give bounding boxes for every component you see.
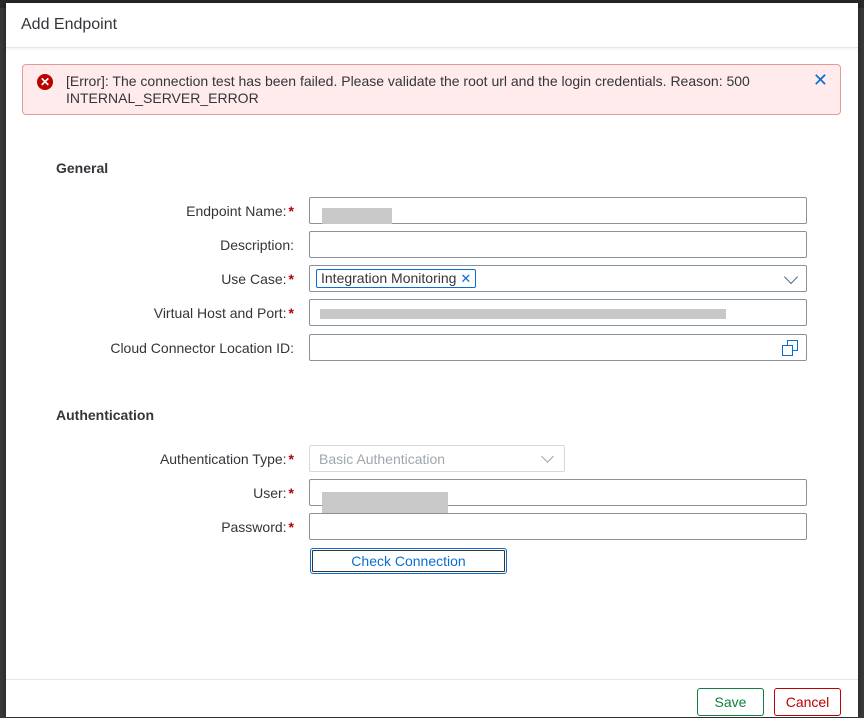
description-label: Description:	[220, 237, 294, 253]
value-help-icon[interactable]	[782, 340, 798, 356]
authentication-type-label: Authentication Type: *	[159, 451, 294, 467]
description-input[interactable]	[309, 231, 807, 258]
use-case-multicombobox[interactable]: Integration Monitoring ✕	[309, 265, 807, 292]
virtual-host-input[interactable]	[309, 299, 807, 326]
user-label: User: *	[253, 485, 294, 501]
error-message-strip: ✕ [Error]: The connection test has been …	[22, 64, 841, 115]
close-icon[interactable]: ✕	[813, 71, 828, 89]
use-case-label: Use Case: *	[221, 271, 294, 287]
token-remove-icon[interactable]: ✕	[460, 271, 471, 286]
user-input[interactable]	[309, 479, 807, 528]
password-input[interactable]	[309, 513, 807, 540]
cloud-connector-input[interactable]	[309, 334, 807, 361]
virtual-host-label: Virtual Host and Port: *	[153, 305, 294, 321]
cancel-button[interactable]: Cancel	[774, 688, 841, 716]
use-case-token[interactable]: Integration Monitoring ✕	[316, 269, 477, 288]
chevron-down-icon[interactable]	[783, 269, 799, 285]
endpoint-name-input[interactable]	[309, 197, 807, 224]
redacted-value	[320, 309, 726, 319]
redacted-value	[322, 208, 392, 224]
password-label: Password: *	[221, 519, 294, 535]
error-message-text: [Error]: The connection test has been fa…	[66, 73, 750, 106]
add-endpoint-dialog: Add Endpoint ✕ [Error]: The connection t…	[6, 3, 858, 717]
dialog-footer: Save Cancel	[6, 679, 858, 718]
endpoint-name-label: Endpoint Name: *	[186, 203, 294, 219]
cloud-connector-label: Cloud Connector Location ID:	[110, 340, 294, 356]
dialog-header: Add Endpoint	[6, 3, 858, 48]
error-circle-icon: ✕	[37, 74, 53, 90]
dialog-title: Add Endpoint	[21, 16, 118, 33]
section-title-general: General	[56, 160, 109, 176]
check-connection-button[interactable]: Check Connection	[310, 548, 507, 574]
save-button[interactable]: Save	[697, 688, 764, 716]
authentication-type-select: Basic Authentication	[309, 445, 565, 472]
chevron-down-icon	[541, 450, 554, 463]
section-title-authentication: Authentication	[56, 407, 154, 423]
